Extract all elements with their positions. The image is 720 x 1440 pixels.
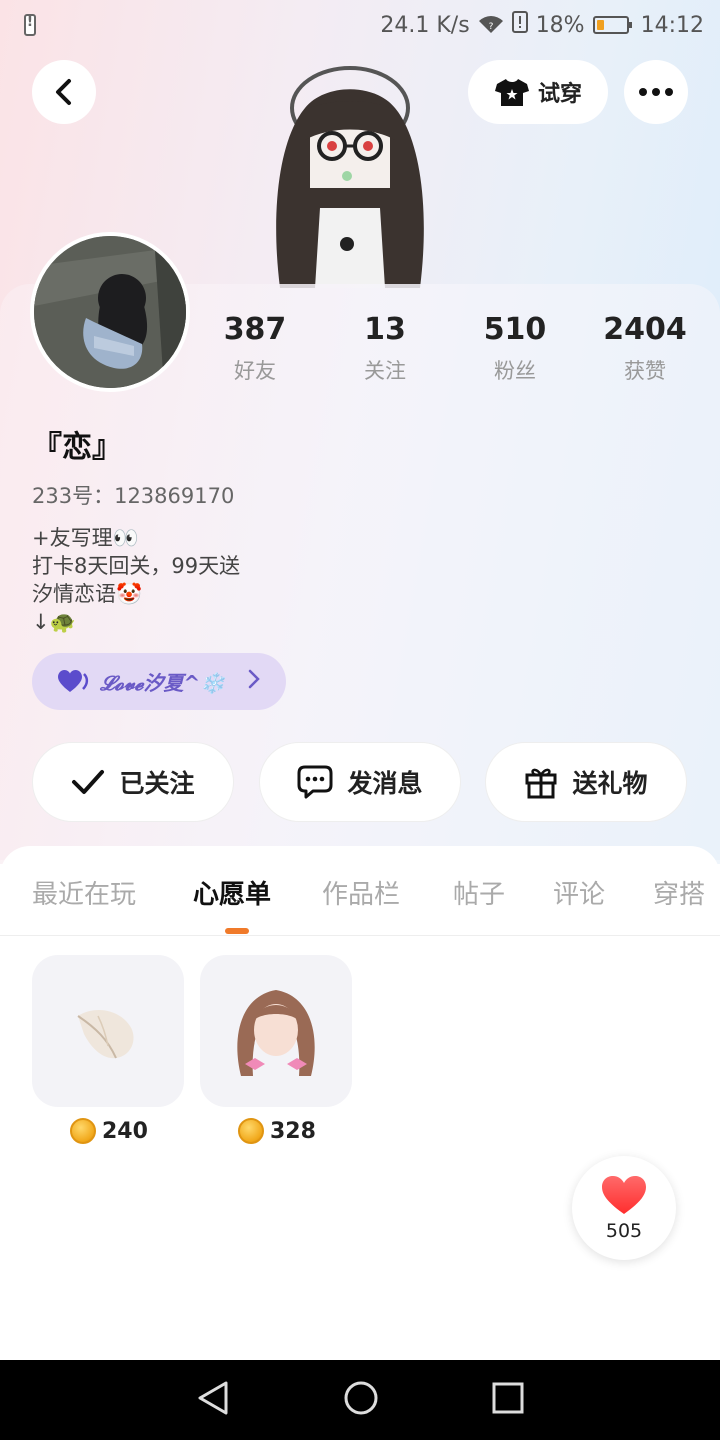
bio-line: +友写理👀 xyxy=(32,526,139,550)
feather-item-image xyxy=(77,1010,134,1059)
stat-value: 510 xyxy=(483,312,547,347)
tab-bar: 最近在玩 心愿单 作品栏 帖子 评论 穿搭 xyxy=(0,860,720,936)
like-count: 505 xyxy=(605,1220,643,1242)
coin-icon xyxy=(70,1118,96,1144)
battery-percent: 18% xyxy=(535,12,585,38)
stat-label: 关注 xyxy=(364,359,406,383)
user-avatar[interactable] xyxy=(30,232,190,392)
svg-text:?: ? xyxy=(488,22,493,32)
bio: +友写理👀 打卡8天回关，99天送 汐情恋语🤡 ↓🐢 xyxy=(32,524,240,636)
stat-friends[interactable]: 387 好友 xyxy=(190,312,320,385)
stat-following[interactable]: 13 关注 xyxy=(320,312,450,385)
hair-item-image xyxy=(237,990,315,1076)
bio-line: 打卡8天回关，99天送 xyxy=(32,554,241,578)
tshirt-icon xyxy=(494,79,529,106)
send-message-label: 发消息 xyxy=(347,769,423,798)
more-dots-icon xyxy=(639,88,673,96)
send-gift-button[interactable]: 送礼物 xyxy=(485,742,687,822)
stat-label: 获赞 xyxy=(624,359,666,383)
tab-wishlist[interactable]: 心愿单 xyxy=(193,874,271,911)
chevron-left-icon xyxy=(56,79,71,105)
stat-fans[interactable]: 510 粉丝 xyxy=(450,312,580,385)
group-badge[interactable]: 𝓛𝓸𝓿𝓮汐夏^❄️ xyxy=(32,653,286,710)
battery-alert-icon xyxy=(24,14,36,36)
like-button[interactable]: 505 xyxy=(572,1156,676,1260)
back-button[interactable] xyxy=(32,60,96,124)
wishlist-item[interactable] xyxy=(32,955,184,1107)
tab-outfits[interactable]: 穿搭 xyxy=(653,874,705,911)
followed-button[interactable]: 已关注 xyxy=(32,742,234,822)
system-nav-bar xyxy=(0,1360,720,1440)
try-on-button[interactable]: 试穿 xyxy=(468,60,608,124)
battery-icon xyxy=(592,16,632,34)
nav-home-icon[interactable] xyxy=(343,1380,379,1420)
stat-value: 387 xyxy=(223,312,287,347)
nav-recents-icon[interactable] xyxy=(492,1382,524,1418)
group-name: 𝓛𝓸𝓿𝓮汐夏^❄️ xyxy=(100,671,226,695)
send-message-button[interactable]: 发消息 xyxy=(259,742,461,822)
tab-posts[interactable]: 帖子 xyxy=(453,874,505,911)
wishlist-price: 240 xyxy=(70,1118,148,1144)
chevron-right-icon xyxy=(248,669,260,694)
network-speed: 24.1 K/s xyxy=(380,12,470,38)
stat-likes[interactable]: 2404 获赞 xyxy=(580,312,710,385)
tab-recently-played[interactable]: 最近在玩 xyxy=(32,874,136,911)
heart-icon xyxy=(58,669,89,692)
gift-icon xyxy=(525,768,557,799)
nickname: 『恋』 xyxy=(32,430,122,465)
price-value: 240 xyxy=(102,1118,148,1144)
send-gift-label: 送礼物 xyxy=(572,769,648,798)
active-tab-indicator xyxy=(225,928,249,934)
stats-row: 387 好友 13 关注 510 粉丝 2404 获赞 xyxy=(190,312,710,385)
more-options-button[interactable] xyxy=(624,60,688,124)
stat-value: 13 xyxy=(364,312,406,347)
tab-works[interactable]: 作品栏 xyxy=(322,874,400,911)
wishlist-price: 328 xyxy=(238,1118,316,1144)
chat-bubble-icon xyxy=(297,765,333,799)
tab-comments[interactable]: 评论 xyxy=(553,874,605,911)
sim-alert-icon xyxy=(511,11,528,39)
followed-label: 已关注 xyxy=(119,769,195,798)
clock: 14:12 xyxy=(640,12,704,38)
bio-line: 汐情恋语🤡 xyxy=(32,582,143,606)
stat-value: 2404 xyxy=(603,312,687,347)
bio-line: ↓🐢 xyxy=(32,610,76,634)
price-value: 328 xyxy=(270,1118,316,1144)
stat-label: 好友 xyxy=(234,359,276,383)
stat-label: 粉丝 xyxy=(494,359,536,383)
nav-back-icon[interactable] xyxy=(196,1380,230,1420)
heart-icon xyxy=(602,1176,646,1214)
coin-icon xyxy=(238,1118,264,1144)
try-on-label: 试穿 xyxy=(537,82,582,107)
wifi-icon: ? xyxy=(478,15,504,35)
check-icon xyxy=(72,770,105,794)
status-bar: 24.1 K/s ? 18% 14:12 xyxy=(0,0,720,50)
character-avatar-image xyxy=(250,48,450,288)
wishlist-item[interactable] xyxy=(200,955,352,1107)
user-id: 233号：123869170 xyxy=(32,484,235,508)
